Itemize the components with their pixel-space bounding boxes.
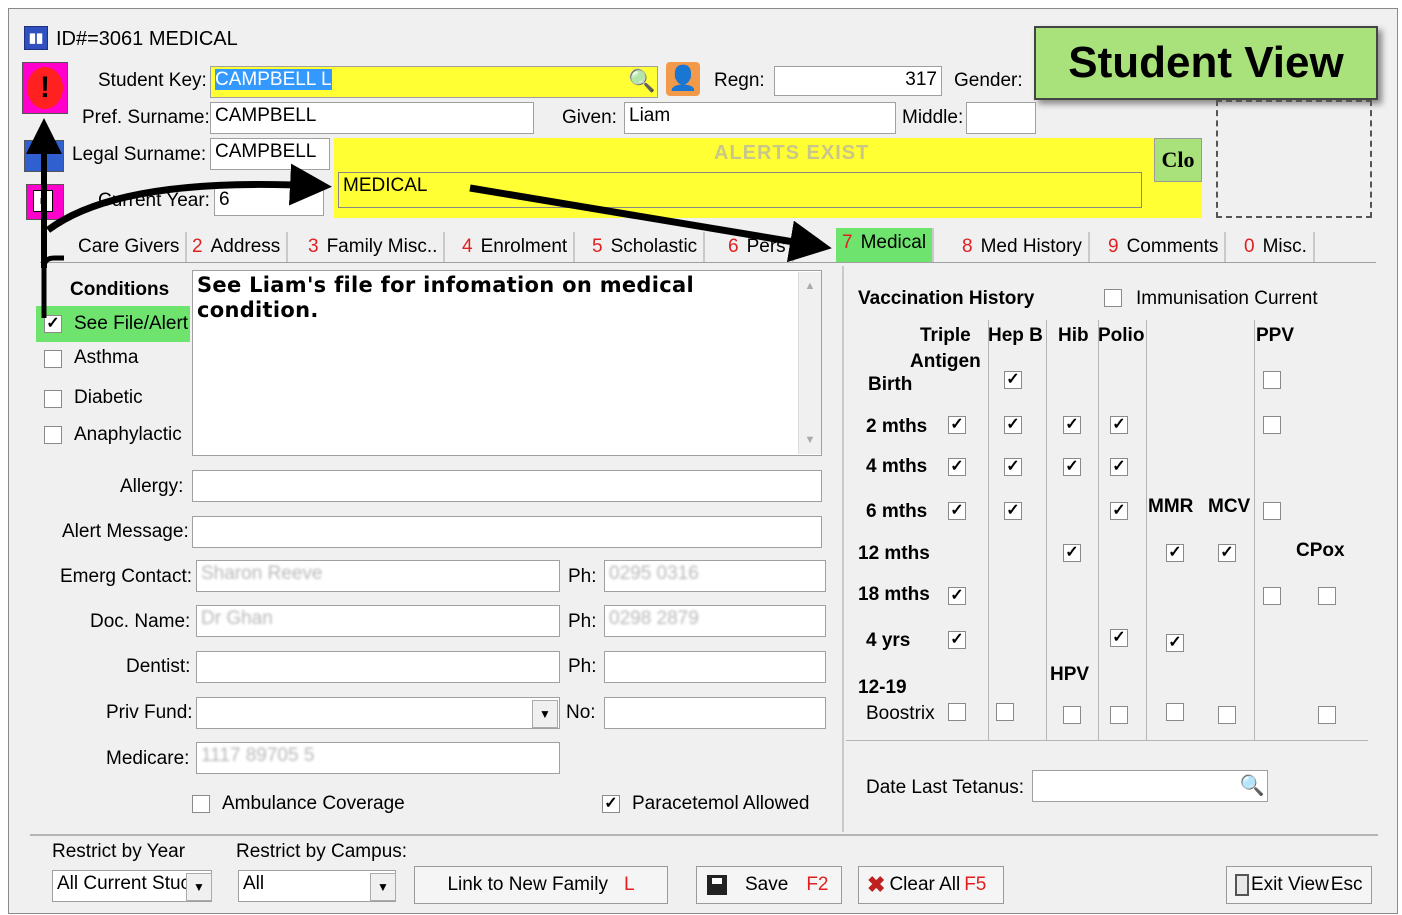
annotation-arrow [469,184,832,263]
annotation-arrows [26,118,832,318]
annotation-arrow [45,163,332,233]
